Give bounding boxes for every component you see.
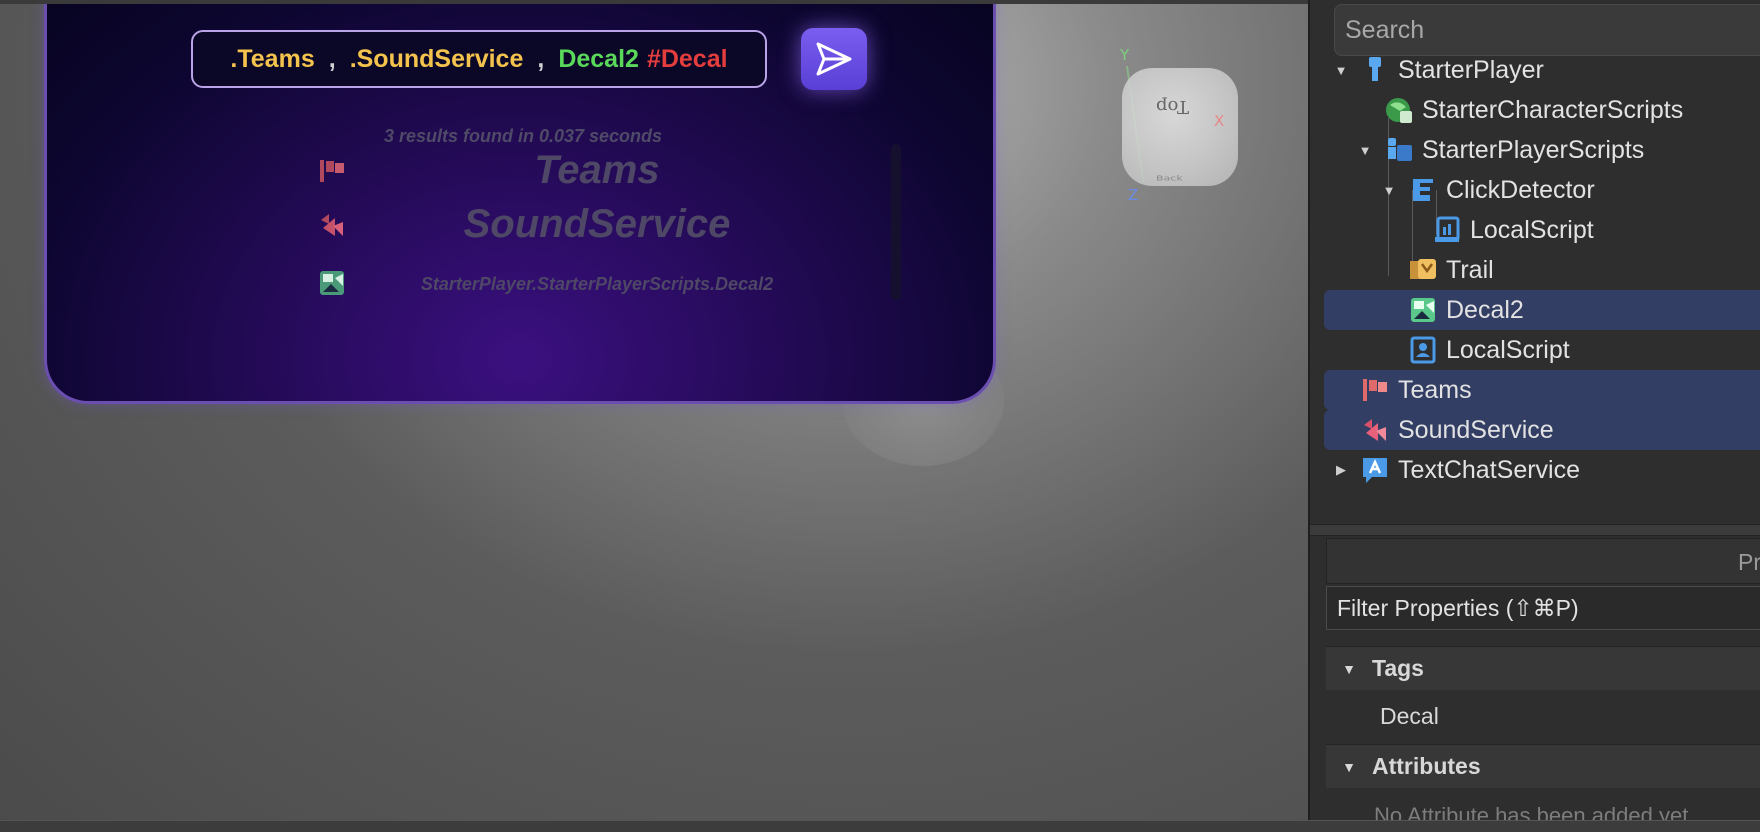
sound-service-icon — [317, 210, 347, 244]
query-token-teams: .Teams — [230, 44, 315, 73]
starter-player-icon — [1358, 53, 1392, 87]
result-label: StarterPlayer.StarterPlayerScripts.Decal… — [420, 274, 774, 294]
send-icon — [816, 42, 852, 76]
tree-item-label: StarterPlayer — [1398, 55, 1544, 84]
chevron-down-icon[interactable]: ▼ — [1358, 143, 1372, 158]
axis-x-label: X — [1214, 112, 1225, 130]
click-detector-icon — [1406, 173, 1440, 207]
chevron-down-icon[interactable]: ▼ — [1326, 661, 1372, 677]
bottom-bar — [0, 820, 1760, 832]
tag-row[interactable]: Decal — [1326, 692, 1760, 740]
tree-item-label: Decal2 — [1446, 295, 1524, 324]
tree-item-starterplayerscripts[interactable]: ▼ StarterPlayerScripts — [1324, 130, 1760, 170]
chevron-down-icon[interactable]: ▼ — [1326, 759, 1372, 775]
decal-icon — [317, 268, 347, 302]
teams-flag-icon — [1358, 373, 1392, 407]
results-scrollbar[interactable] — [891, 144, 901, 300]
result-label: SoundService — [463, 202, 731, 246]
axis-z-label: Z — [1128, 186, 1139, 204]
3d-viewport[interactable]: Y Top Back X Z .Teams , .SoundService , … — [0, 4, 1308, 820]
view-cube[interactable]: Y Top Back X Z — [1110, 46, 1250, 204]
axis-y-label: Y — [1120, 46, 1130, 64]
tree-item-label: StarterCharacterScripts — [1422, 95, 1684, 124]
section-title: Attributes — [1372, 753, 1481, 779]
trail-icon — [1406, 253, 1440, 287]
teams-flag-icon — [317, 156, 347, 190]
tree-item-label: LocalScript — [1470, 215, 1594, 244]
chevron-right-icon[interactable]: ▶ — [1334, 462, 1348, 478]
filter-properties-input[interactable]: Filter Properties (⇧⌘P) — [1326, 586, 1760, 630]
result-label: Teams — [534, 148, 660, 192]
tree-item-starterplayer[interactable]: ▼ StarterPlayer — [1324, 50, 1760, 90]
tree-item-label: Trail — [1446, 255, 1494, 284]
tree-item-label: Teams — [1398, 375, 1472, 404]
query-token-tag-decal: #Decal — [646, 44, 728, 73]
result-count-text: 3 results found in 0.037 seconds — [383, 126, 663, 146]
tree-item-teams[interactable]: Teams — [1324, 370, 1760, 410]
chevron-down-icon[interactable]: ▼ — [1334, 63, 1348, 78]
tree-item-localscript[interactable]: LocalScript — [1324, 210, 1760, 250]
tree-item-trail[interactable]: Trail — [1324, 250, 1760, 290]
section-attributes[interactable]: ▼ Attributes — [1326, 744, 1760, 788]
text-chat-service-icon — [1358, 453, 1392, 487]
tree-item-label: StarterPlayerScripts — [1422, 135, 1645, 164]
starter-character-scripts-icon — [1382, 93, 1416, 127]
view-cube-top-label: Top — [1156, 96, 1189, 117]
tree-item-clickdetector[interactable]: ▼ ClickDetector — [1324, 170, 1760, 210]
starter-player-scripts-icon — [1382, 133, 1416, 167]
query-separator: , — [328, 44, 336, 73]
tree-item-decal2[interactable]: Decal2 — [1324, 290, 1760, 330]
sound-service-icon — [1358, 413, 1392, 447]
explorer-tree: ▼ StarterPlayer StarterCharacterScripts … — [1310, 52, 1760, 522]
send-button[interactable] — [801, 28, 867, 90]
tree-item-textchatservice[interactable]: ▶ TextChatService — [1324, 450, 1760, 490]
tree-item-label: ClickDetector — [1446, 175, 1595, 204]
decal-icon — [1406, 293, 1440, 327]
query-input[interactable]: .Teams , .SoundService , Decal2 #Decal — [191, 30, 767, 88]
local-script-icon — [1406, 333, 1440, 367]
tree-item-label: TextChatService — [1398, 455, 1581, 484]
query-token-decal2: Decal2 — [558, 44, 639, 73]
query-separator: , — [537, 44, 545, 73]
section-title: Tags — [1372, 655, 1424, 681]
result-item[interactable]: StarterPlayer.StarterPlayerScripts.Decal… — [47, 262, 999, 312]
tree-item-localscript[interactable]: LocalScript — [1324, 330, 1760, 370]
explorer-panel: Search ▼ StarterPlayer StarterCharacterS… — [1308, 0, 1760, 832]
section-tags[interactable]: ▼ Tags — [1326, 646, 1760, 690]
panel-splitter[interactable] — [1310, 524, 1760, 536]
tree-item-label: SoundService — [1398, 415, 1554, 444]
search-results-panel: .Teams , .SoundService , Decal2 #Decal 3… — [44, 4, 996, 404]
local-script-icon — [1430, 213, 1464, 247]
result-item[interactable]: SoundService — [47, 202, 999, 252]
explorer-search-input[interactable]: Search — [1334, 4, 1760, 56]
query-token-soundservice: .SoundService — [349, 44, 524, 73]
tree-item-label: LocalScript — [1446, 335, 1570, 364]
tree-item-soundservice[interactable]: SoundService — [1324, 410, 1760, 450]
tree-item-startercharacterscripts[interactable]: StarterCharacterScripts — [1324, 90, 1760, 130]
result-item[interactable]: Teams — [47, 146, 999, 196]
chevron-down-icon[interactable]: ▼ — [1382, 183, 1396, 198]
properties-header: Pr — [1326, 538, 1760, 584]
view-cube-back-label: Back — [1156, 174, 1183, 183]
